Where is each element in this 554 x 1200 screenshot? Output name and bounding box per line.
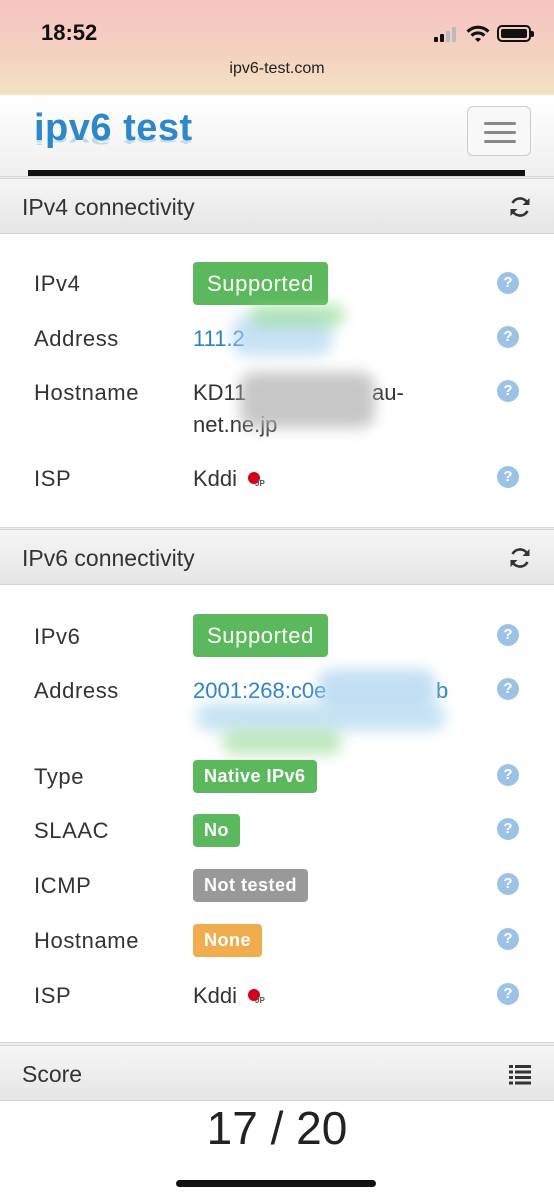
redaction-blur <box>250 304 345 326</box>
address-bar[interactable]: ipv6-test.com <box>0 60 554 78</box>
help-icon[interactable]: ? <box>497 624 519 646</box>
help-icon[interactable]: ? <box>497 326 519 348</box>
hamburger-menu-button[interactable] <box>467 106 531 156</box>
ipv4-panel-header: IPv4 connectivity <box>0 178 554 234</box>
score-value: 17 / 20 <box>206 1102 348 1154</box>
ipv4-status-badge: Supported <box>193 262 328 305</box>
icmp-label: ICMP <box>34 873 92 898</box>
ipv6-hostname-badge: None <box>193 924 262 957</box>
help-icon[interactable]: ? <box>497 678 519 700</box>
ipv6-type-label: Type <box>34 764 85 789</box>
ipv6-address-label: Address <box>34 678 119 703</box>
redaction-blur <box>240 372 375 428</box>
refresh-icon[interactable] <box>508 195 532 219</box>
slaac-label: SLAAC <box>34 818 110 843</box>
score-panel-header: Score <box>0 1045 554 1101</box>
status-time: 18:52 <box>41 20 98 45</box>
ipv4-hostname-label: Hostname <box>34 380 140 405</box>
ipv6-panel-title: IPv6 connectivity <box>22 545 195 571</box>
ipv4-isp-value: Kddi JP <box>193 466 269 492</box>
home-indicator[interactable] <box>176 1180 376 1187</box>
ipv6-type-badge: Native IPv6 <box>193 760 317 793</box>
ipv4-hostname-value-end: au- <box>372 380 404 405</box>
japan-flag-icon: JP <box>243 985 269 1005</box>
ipv6-isp-label: ISP <box>34 983 72 1008</box>
ipv4-panel-body: IPv4 Supported ? Address 111.2 ? Hostnam… <box>0 234 554 528</box>
wifi-icon <box>466 25 490 42</box>
icmp-badge: Not tested <box>193 869 309 902</box>
japan-flag-icon: JP <box>243 468 269 488</box>
ipv6-status-label: IPv6 <box>34 624 81 649</box>
score-panel-title: Score <box>22 1061 83 1087</box>
ipv6-isp-value: Kddi JP <box>193 983 269 1009</box>
help-icon[interactable]: ? <box>497 380 519 402</box>
battery-icon <box>497 25 534 42</box>
ipv4-address-label: Address <box>34 326 119 351</box>
ipv4-status-label: IPv4 <box>34 271 81 296</box>
help-icon[interactable]: ? <box>497 983 519 1005</box>
ipv4-isp-label: ISP <box>34 466 72 491</box>
redaction-blur <box>196 703 446 731</box>
ipv4-panel-title: IPv4 connectivity <box>22 194 195 220</box>
ipv6-panel-header: IPv6 connectivity <box>0 529 554 585</box>
slaac-badge: No <box>193 814 240 847</box>
help-icon[interactable]: ? <box>497 272 519 294</box>
logo-reflection: ipv6 test <box>34 132 193 147</box>
hamburger-icon <box>484 122 516 125</box>
ipv6-hostname-label: Hostname <box>34 928 140 953</box>
navbar-divider <box>28 170 525 176</box>
help-icon[interactable]: ? <box>497 466 519 488</box>
redaction-blur <box>222 729 342 755</box>
help-icon[interactable]: ? <box>497 764 519 786</box>
help-icon[interactable]: ? <box>497 873 519 895</box>
help-icon[interactable]: ? <box>497 818 519 840</box>
ipv6-address-value-end[interactable]: b <box>436 678 448 704</box>
refresh-icon[interactable] <box>508 546 532 570</box>
ipv6-address-value[interactable]: 2001:268:c0e <box>193 678 326 704</box>
help-icon[interactable]: ? <box>497 928 519 950</box>
browser-chrome: 18:52 ipv6-test.com <box>0 0 554 95</box>
list-icon[interactable] <box>508 1062 532 1086</box>
ipv6-panel-body: IPv6 Supported ? Address 2001:268:c0e b … <box>0 585 554 1043</box>
ipv6-status-badge: Supported <box>193 614 328 657</box>
ipv4-hostname-value: KD11 <box>193 380 247 405</box>
cellular-signal-icon <box>434 27 459 42</box>
